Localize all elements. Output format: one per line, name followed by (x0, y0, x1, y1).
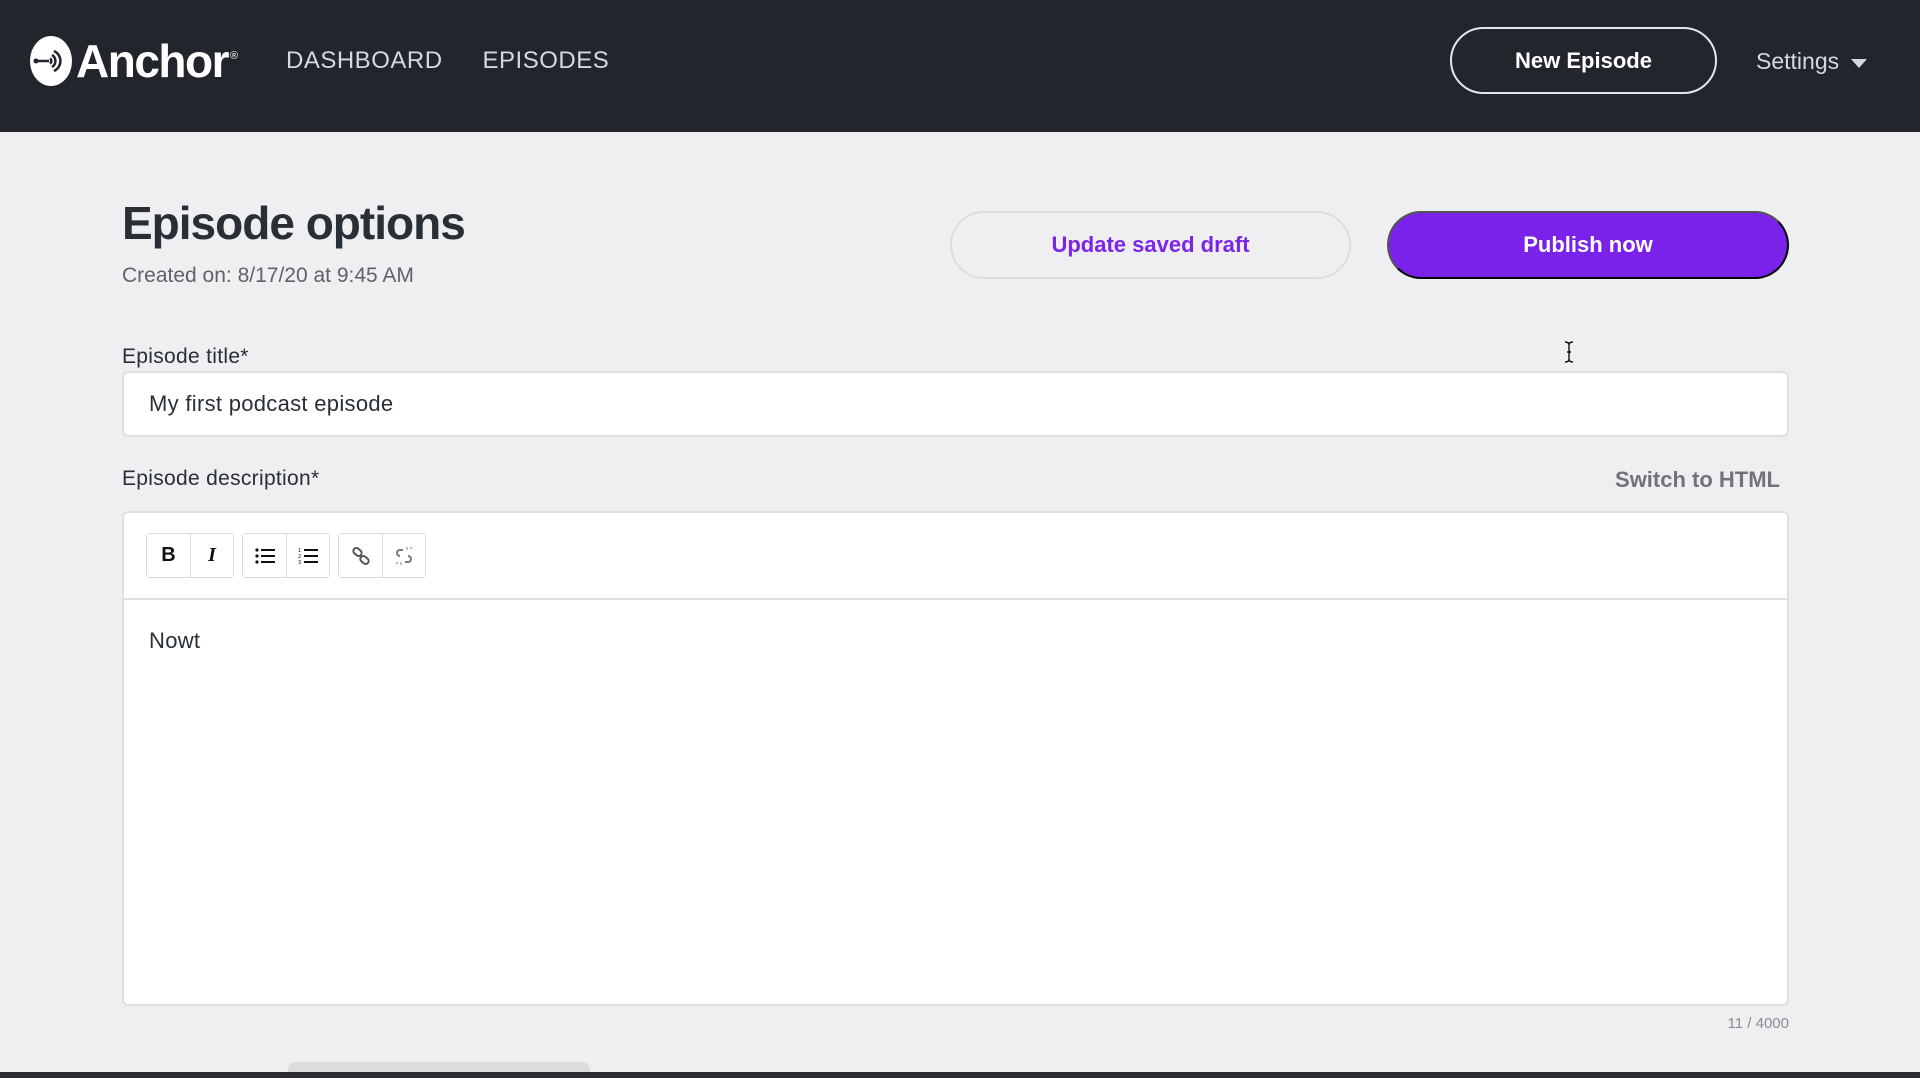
link-group (338, 533, 426, 578)
registered-mark: ® (230, 50, 239, 62)
new-episode-button[interactable]: New Episode (1450, 27, 1717, 94)
description-editor: B I 1 2 3 Nowt (122, 511, 1789, 1006)
bold-icon: B (161, 544, 176, 566)
caret-down-icon (1851, 58, 1868, 68)
italic-button[interactable]: I (190, 534, 233, 577)
bold-button[interactable]: B (147, 534, 190, 577)
nav-episodes[interactable]: EPISODES (483, 46, 610, 76)
episode-title-input[interactable] (122, 371, 1789, 437)
settings-dropdown[interactable]: Settings (1756, 46, 1868, 76)
anchor-logo[interactable]: Anchor ® (30, 36, 238, 86)
update-saved-draft-button[interactable]: Update saved draft (950, 211, 1351, 279)
description-text-area[interactable]: Nowt (124, 600, 1787, 682)
footer-bar (0, 1072, 1920, 1078)
bulleted-list-button[interactable] (243, 534, 286, 577)
text-cursor-icon (1564, 341, 1574, 363)
numbered-list-icon: 1 2 3 (298, 548, 318, 564)
page-title: Episode options (122, 197, 466, 249)
character-counter: 11 / 4000 (1727, 1015, 1789, 1032)
link-button[interactable] (339, 534, 382, 577)
main-nav: DASHBOARD EPISODES (286, 46, 609, 76)
link-icon (351, 546, 370, 565)
format-group: B I (146, 533, 234, 578)
created-timestamp: Created on: 8/17/20 at 9:45 AM (122, 264, 414, 287)
nav-dashboard[interactable]: DASHBOARD (286, 46, 443, 76)
list-group: 1 2 3 (242, 533, 330, 578)
svg-text:3: 3 (298, 560, 301, 564)
episode-title-label: Episode title* (122, 345, 249, 368)
episode-description-label: Episode description* (122, 467, 320, 490)
settings-label: Settings (1756, 48, 1840, 74)
switch-to-html-link[interactable]: Switch to HTML (1615, 467, 1780, 493)
italic-icon: I (208, 544, 216, 566)
bulleted-list-icon (254, 547, 275, 564)
top-nav-bar: Anchor ® DASHBOARD EPISODES New Episode … (0, 0, 1920, 132)
unlink-icon (395, 546, 413, 565)
editor-toolbar: B I 1 2 3 (124, 513, 1787, 600)
anchor-logo-icon (30, 36, 72, 86)
unlink-button[interactable] (382, 534, 425, 577)
numbered-list-button[interactable]: 1 2 3 (286, 534, 329, 577)
publish-now-button[interactable]: Publish now (1387, 211, 1789, 279)
brand-name: Anchor (76, 35, 230, 87)
